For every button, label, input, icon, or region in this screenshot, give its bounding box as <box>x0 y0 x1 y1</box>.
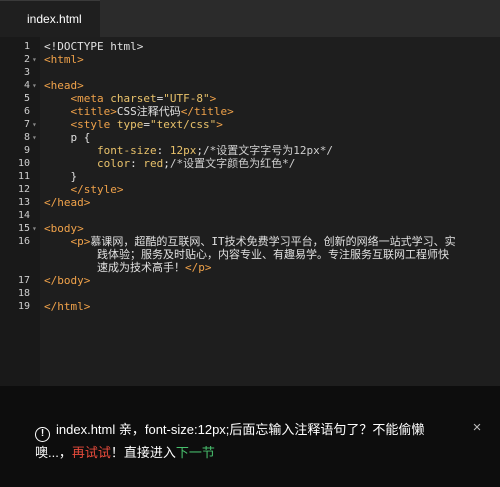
code-text: </head> <box>44 196 91 209</box>
hint-bar: ! index.html 亲，font-size:12px;后面忘输入注释语句了？… <box>0 386 500 487</box>
code-area[interactable]: 1 <!DOCTYPE html> 2 ▾ <html> 3 4 ▾ <head> 5 <meta… <box>0 40 500 313</box>
fold-arrow-icon[interactable]: ▾ <box>32 79 37 92</box>
code-line[interactable]: 速成为技术高手！</p> <box>0 261 500 274</box>
code-text: <p>慕课网，超酷的互联网、IT技术免费学习平台，创新的网络一站式学习、实 <box>70 235 456 248</box>
line-number: 8 <box>23 132 30 143</box>
code-text: </html> <box>44 300 91 313</box>
tab-index-html[interactable]: index.html <box>0 0 100 37</box>
line-number: 6 <box>23 106 30 117</box>
code-text: </style> <box>70 183 124 196</box>
code-text: <style type="text/css"> <box>70 118 223 131</box>
hint-middle-text: ！直接进入 <box>110 445 176 460</box>
code-text: font-size: 12px;/*设置文字字号为12px*/ <box>96 144 333 157</box>
line-number: 16 <box>17 236 30 247</box>
line-number: 4 <box>23 80 30 91</box>
code-line[interactable]: 3 <box>0 66 500 79</box>
code-line[interactable]: 12 </style> <box>0 183 500 196</box>
code-line[interactable]: 11 } <box>0 170 500 183</box>
warning-circle-icon: ! <box>35 427 50 442</box>
code-line[interactable]: 13 </head> <box>0 196 500 209</box>
code-line[interactable]: 4 ▾ <head> <box>0 79 500 92</box>
code-text: <body> <box>44 222 84 235</box>
code-text: <!DOCTYPE html> <box>44 40 144 53</box>
fold-arrow-icon[interactable]: ▾ <box>32 118 37 131</box>
line-number: 3 <box>23 67 30 78</box>
code-line[interactable]: 10 color: red;/*设置文字颜色为红色*/ <box>0 157 500 170</box>
code-text: } <box>70 170 78 183</box>
code-text: 速成为技术高手！</p> <box>96 261 212 274</box>
line-number: 9 <box>23 145 30 156</box>
line-number: 19 <box>17 301 30 312</box>
line-number: 13 <box>17 197 30 208</box>
line-number: 5 <box>23 93 30 104</box>
code-text: 践体验；服务及时贴心，内容专业、有趣易学。专注服务互联网工程师快 <box>96 248 449 261</box>
line-number: 1 <box>23 41 30 52</box>
code-line[interactable]: 16 <p>慕课网，超酷的互联网、IT技术免费学习平台，创新的网络一站式学习、实 <box>0 235 500 248</box>
code-line[interactable]: 践体验；服务及时贴心，内容专业、有趣易学。专注服务互联网工程师快 <box>0 248 500 261</box>
code-text: <html> <box>44 53 84 66</box>
code-text: <meta charset="UTF-8"> <box>70 92 217 105</box>
retry-link[interactable]: 再试试 <box>72 445 111 460</box>
line-number: 10 <box>17 158 30 169</box>
code-line[interactable]: 8 ▾ p { <box>0 131 500 144</box>
code-line[interactable]: 6 <title>CSS注释代码</title> <box>0 105 500 118</box>
code-line[interactable]: 18 <box>0 287 500 300</box>
line-number: 7 <box>23 119 30 130</box>
hint-message: ! index.html 亲，font-size:12px;后面忘输入注释语句了？… <box>35 419 455 464</box>
code-line[interactable]: 1 <!DOCTYPE html> <box>0 40 500 53</box>
code-line[interactable]: 5 <meta charset="UTF-8"> <box>0 92 500 105</box>
line-number: 15 <box>17 223 30 234</box>
code-line[interactable]: 7 ▾ <style type="text/css"> <box>0 118 500 131</box>
line-number: 18 <box>17 288 30 299</box>
line-number: 11 <box>17 171 30 182</box>
fold-arrow-icon[interactable]: ▾ <box>32 53 37 66</box>
next-section-link[interactable]: 下一节 <box>176 445 215 460</box>
code-editor[interactable]: 1 <!DOCTYPE html> 2 ▾ <html> 3 4 ▾ <head> 5 <meta… <box>0 37 500 386</box>
code-line[interactable]: 17 </body> <box>0 274 500 287</box>
fold-arrow-icon[interactable]: ▾ <box>32 131 37 144</box>
line-number: 17 <box>17 275 30 286</box>
code-line[interactable]: 14 <box>0 209 500 222</box>
code-line[interactable]: 15 ▾ <body> <box>0 222 500 235</box>
code-line[interactable]: 9 font-size: 12px;/*设置文字字号为12px*/ <box>0 144 500 157</box>
line-number: 12 <box>17 184 30 195</box>
code-text: <head> <box>44 79 84 92</box>
code-text: color: red;/*设置文字颜色为红色*/ <box>96 157 296 170</box>
code-line[interactable]: 19 </html> <box>0 300 500 313</box>
code-line[interactable]: 2 ▾ <html> <box>0 53 500 66</box>
code-text: </body> <box>44 274 91 287</box>
tab-bar: index.html <box>0 0 500 37</box>
fold-arrow-icon[interactable]: ▾ <box>32 222 37 235</box>
line-number: 14 <box>17 210 30 221</box>
line-number: 2 <box>23 54 30 65</box>
code-text: <title>CSS注释代码</title> <box>70 105 234 118</box>
code-text: p { <box>70 131 91 144</box>
close-icon[interactable]: × <box>469 420 485 436</box>
